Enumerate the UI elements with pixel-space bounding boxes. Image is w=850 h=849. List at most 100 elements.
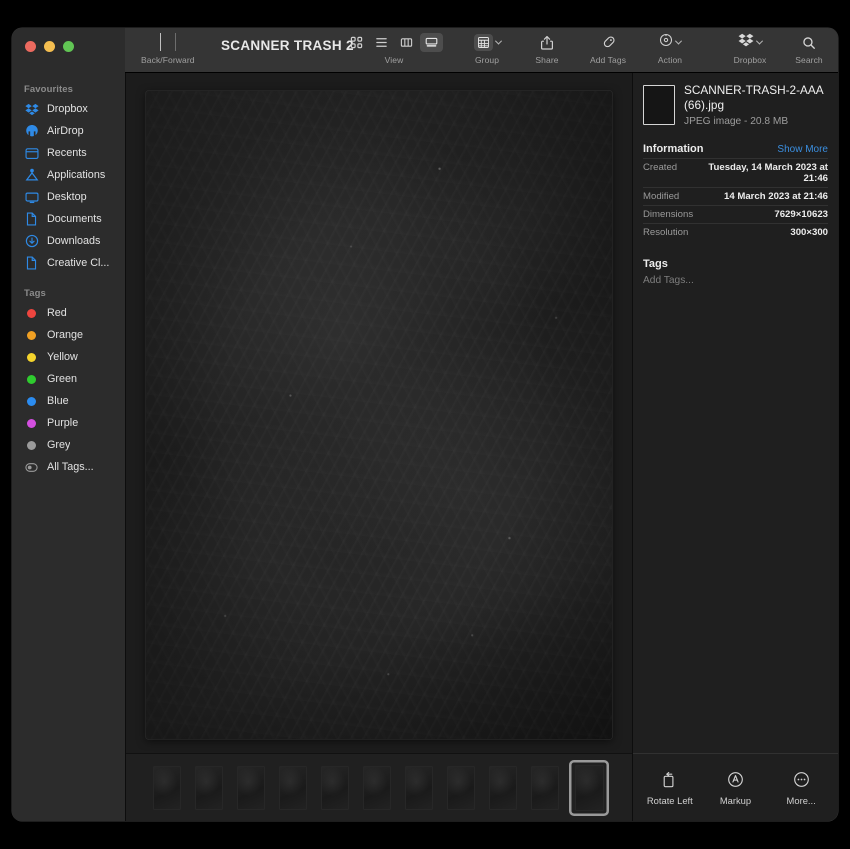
share-button[interactable]: Share [528, 32, 566, 65]
filmstrip-thumbnail[interactable] [443, 762, 479, 814]
sidebar-item-airdrop[interactable]: AirDrop [12, 120, 125, 142]
documents-icon [24, 212, 39, 227]
window-body: Favourites Dropbox [12, 73, 838, 821]
preview-area [126, 73, 632, 753]
filmstrip[interactable] [126, 753, 632, 821]
add-tags-input[interactable]: Add Tags... [643, 275, 828, 286]
action-button[interactable]: Action [650, 32, 690, 65]
info-value: 300×300 [790, 227, 828, 238]
sidebar-item-label: Documents [47, 213, 102, 225]
dropbox-icon [24, 102, 39, 117]
sidebar-item-applications[interactable]: Applications [12, 164, 125, 186]
info-key: Modified [643, 191, 679, 202]
more-button[interactable]: More... [770, 770, 832, 806]
nav-group: Back/Forward [141, 32, 195, 65]
sidebar-item-label: Applications [47, 169, 105, 181]
view-control-group: View [345, 32, 443, 65]
share-icon [540, 32, 554, 53]
information-title: Information [643, 143, 704, 155]
tag-icon [601, 32, 616, 53]
filmstrip-thumbnail[interactable] [317, 762, 353, 814]
tag-dot-icon [24, 372, 39, 387]
info-key: Resolution [643, 227, 688, 238]
minimize-button[interactable] [44, 41, 55, 52]
sidebar-tag-yellow[interactable]: Yellow [12, 346, 125, 368]
dropbox-button[interactable]: Dropbox [726, 32, 774, 65]
filmstrip-thumbnail[interactable] [275, 762, 311, 814]
dropbox-label: Dropbox [734, 55, 767, 65]
rotate-left-button[interactable]: Rotate Left [639, 770, 701, 806]
forward-button[interactable] [175, 34, 176, 52]
sidebar-section-tags-header: Tags [12, 288, 125, 302]
show-more-link[interactable]: Show More [777, 144, 828, 155]
rotate-left-icon [661, 770, 678, 790]
filmstrip-thumbnail[interactable] [401, 762, 437, 814]
filmstrip-thumbnail[interactable] [149, 762, 185, 814]
filmstrip-thumbnail[interactable] [359, 762, 395, 814]
chevron-down-icon [756, 38, 763, 45]
tag-dot-icon [24, 394, 39, 409]
add-tags-button[interactable]: Add Tags [585, 32, 631, 65]
info-row-modified: Modified 14 March 2023 at 21:46 [643, 187, 828, 205]
list-view-button[interactable] [370, 33, 393, 52]
toolbar-right-cluster: View [345, 32, 830, 65]
search-button[interactable]: Search [788, 32, 830, 65]
filmstrip-thumbnail[interactable] [233, 762, 269, 814]
group-grid-icon [474, 34, 493, 51]
sidebar-tag-blue[interactable]: Blue [12, 390, 125, 412]
sidebar-item-dropbox[interactable]: Dropbox [12, 98, 125, 120]
sidebar-tag-label: Yellow [47, 351, 78, 363]
tag-dot-icon [24, 438, 39, 453]
sidebar-tag-orange[interactable]: Orange [12, 324, 125, 346]
markup-button[interactable]: Markup [704, 770, 766, 806]
action-gear-icon [659, 33, 673, 52]
icon-view-button[interactable] [345, 33, 368, 52]
chevron-down-icon [494, 38, 501, 45]
finder-window: Back/Forward SCANNER TRASH 2 [12, 28, 838, 821]
back-button[interactable] [160, 34, 161, 52]
sidebar-tag-grey[interactable]: Grey [12, 434, 125, 456]
content-area [125, 73, 632, 821]
sidebar-item-label: Creative Cl... [47, 257, 109, 269]
sidebar-item-desktop[interactable]: Desktop [12, 186, 125, 208]
sidebar-tag-red[interactable]: Red [12, 302, 125, 324]
sidebar-tag-all-tags[interactable]: All Tags... [12, 456, 125, 478]
sidebar-item-documents[interactable]: Documents [12, 208, 125, 230]
close-button[interactable] [25, 41, 36, 52]
sidebar-tag-green[interactable]: Green [12, 368, 125, 390]
filmstrip-thumbnail[interactable] [485, 762, 521, 814]
sidebar-item-creative-cloud[interactable]: Creative Cl... [12, 252, 125, 274]
gallery-view-button[interactable] [420, 33, 443, 52]
sidebar-item-label: AirDrop [47, 125, 84, 137]
more-label: More... [787, 795, 816, 806]
filmstrip-thumbnail-selected[interactable] [569, 760, 609, 816]
add-tags-label: Add Tags [590, 55, 626, 65]
tags-section-title: Tags [643, 258, 828, 270]
desktop-icon [24, 190, 39, 205]
column-view-button[interactable] [395, 33, 418, 52]
tag-dot-icon [24, 350, 39, 365]
sidebar-item-recents[interactable]: Recents [12, 142, 125, 164]
info-panel-scroll: SCANNER-TRASH-2-AAA (66).jpg JPEG image … [633, 73, 838, 753]
tag-dot-icon [24, 328, 39, 343]
info-row-resolution: Resolution 300×300 [643, 223, 828, 241]
info-key: Dimensions [643, 209, 693, 220]
sidebar-item-label: Desktop [47, 191, 87, 203]
filmstrip-thumbnail[interactable] [527, 762, 563, 814]
image-preview[interactable] [146, 91, 612, 739]
info-value: Tuesday, 14 March 2023 at 21:46 [683, 162, 828, 184]
all-tags-icon [24, 460, 39, 475]
file-kind: JPEG image - 20.8 MB [684, 116, 828, 127]
downloads-icon [24, 234, 39, 249]
toolbar-content-region: Back/Forward SCANNER TRASH 2 [125, 28, 838, 73]
sidebar-item-downloads[interactable]: Downloads [12, 230, 125, 252]
group-button[interactable]: Group [465, 32, 509, 65]
applications-icon [24, 168, 39, 183]
filmstrip-thumbnail[interactable] [191, 762, 227, 814]
recents-clock-icon [24, 146, 39, 161]
sidebar-tag-purple[interactable]: Purple [12, 412, 125, 434]
info-key: Created [643, 162, 677, 173]
zoom-button[interactable] [63, 41, 74, 52]
view-segmented-control[interactable] [345, 32, 443, 53]
info-panel: SCANNER-TRASH-2-AAA (66).jpg JPEG image … [632, 73, 838, 821]
